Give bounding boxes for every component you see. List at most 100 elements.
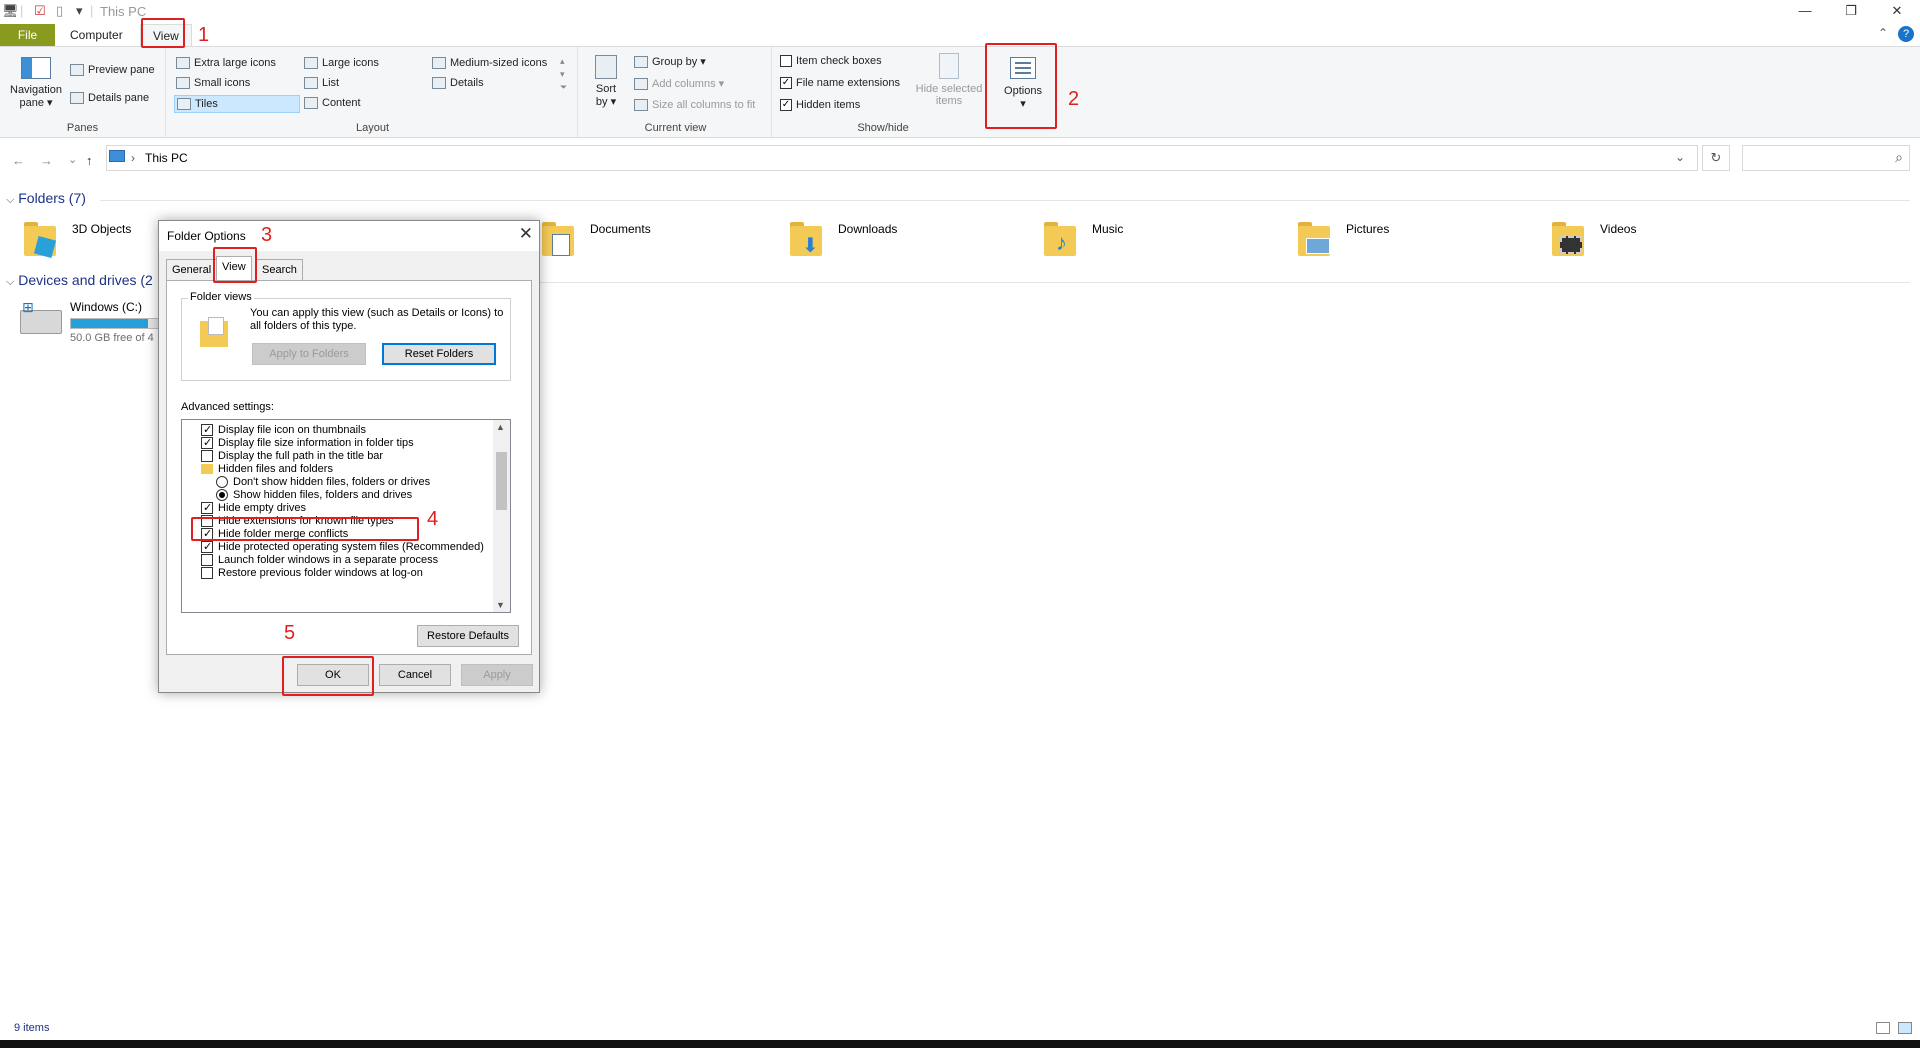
taskbar (0, 1040, 1920, 1048)
layout-item-label: Extra large icons (194, 57, 276, 69)
folder-name: Pictures (1346, 222, 1390, 236)
details-pane-label: Details pane (88, 92, 150, 104)
layout-medium-icons[interactable]: Medium-sized icons (432, 57, 547, 69)
annotation-number: 4 (427, 508, 439, 530)
folder-videos[interactable]: Videos (1550, 220, 1770, 270)
tiles-view-icon[interactable] (1898, 1022, 1912, 1034)
item-check-boxes-label: Item check boxes (796, 55, 882, 67)
tab-file[interactable]: File (0, 24, 55, 46)
layout-details[interactable]: Details (432, 77, 484, 89)
up-button[interactable]: ↑ (86, 153, 93, 168)
help-icon[interactable]: ? (1898, 26, 1914, 42)
restore-defaults-button[interactable]: Restore Defaults (417, 625, 519, 647)
list-icon (304, 77, 318, 89)
size-all-columns-label: Size all columns to fit (652, 99, 756, 111)
layout-tiles[interactable]: Tiles (174, 95, 300, 113)
setting-label: Restore previous folder windows at log-o… (218, 567, 423, 579)
address-bar[interactable]: › This PC ⌄ (106, 145, 1698, 171)
extra-large-icons-icon (176, 57, 190, 69)
file-name-extensions-toggle[interactable]: File name extensions (780, 77, 900, 89)
group-by-button[interactable]: Group by ▾ (634, 55, 706, 68)
item-check-boxes-checkbox[interactable] (780, 55, 792, 67)
folder-documents[interactable]: Documents (540, 220, 760, 270)
new-folder-icon[interactable]: ▯ (56, 3, 63, 19)
advanced-settings-list[interactable]: Display file icon on thumbnailsDisplay f… (181, 419, 511, 613)
tab-search[interactable]: Search (256, 259, 303, 280)
sort-by-button[interactable]: Sort by ▾ (592, 55, 620, 108)
scroll-down-arrow[interactable]: ▼ (496, 600, 505, 610)
folder-downloads[interactable]: ⬇ Downloads (788, 220, 1008, 270)
item-check-boxes-toggle[interactable]: Item check boxes (780, 55, 882, 67)
details-pane-icon (70, 92, 84, 104)
view-tab-panel: Folder views You can apply this view (su… (166, 280, 532, 655)
add-columns-button[interactable]: Add columns ▾ (634, 77, 724, 90)
layout-item-label: Tiles (195, 98, 218, 110)
group-by-label: Group by ▾ (652, 56, 706, 68)
devices-section-header[interactable]: ⌵ Devices and drives (2 (6, 272, 153, 289)
size-columns-icon (634, 99, 648, 111)
documents-folder-icon (540, 220, 576, 256)
preview-pane-button[interactable]: Preview pane (70, 64, 155, 76)
advanced-settings-scrollbar[interactable]: ▲ ▼ (493, 420, 510, 612)
apply-to-folders-button[interactable]: Apply to Folders (252, 343, 366, 365)
restore-button[interactable]: ❐ (1828, 0, 1874, 22)
scroll-up-arrow[interactable]: ▲ (496, 422, 505, 432)
refresh-button[interactable]: ↻ (1702, 145, 1730, 171)
search-input[interactable]: ⌕ (1742, 145, 1910, 171)
details-pane-button[interactable]: Details pane (70, 92, 149, 104)
setting-checkbox[interactable] (201, 567, 213, 579)
show-hide-group: Item check boxes File name extensions Hi… (774, 47, 992, 137)
customize-toolbar-icon[interactable]: ▾ (76, 3, 83, 19)
layout-list[interactable]: List (304, 77, 339, 89)
layout-small-icons[interactable]: Small icons (176, 77, 250, 89)
navigation-pane-button[interactable]: Navigation pane ▾ (6, 57, 66, 109)
hidden-items-toggle[interactable]: Hidden items (780, 99, 860, 111)
show-hide-group-label: Show/hide (857, 122, 909, 134)
close-button[interactable]: ✕ (1874, 0, 1920, 22)
folder-icon (201, 464, 213, 474)
back-button[interactable]: ← (12, 153, 25, 168)
layout-scroll-icon[interactable]: ▴ ▾ ⏷ (560, 55, 567, 94)
collapse-ribbon-icon[interactable]: ⌃ (1878, 26, 1888, 40)
details-icon (432, 77, 446, 89)
layout-content[interactable]: Content (304, 97, 361, 109)
minimize-button[interactable]: — (1782, 0, 1828, 22)
sort-by-label-2: by ▾ (595, 96, 617, 108)
layout-item-label: Small icons (194, 77, 251, 89)
size-all-columns-button[interactable]: Size all columns to fit (634, 99, 755, 111)
tab-general[interactable]: General (166, 259, 218, 280)
address-dropdown-icon[interactable]: ⌄ (1675, 150, 1685, 164)
apply-button[interactable]: Apply (461, 664, 533, 686)
breadcrumb-this-pc[interactable]: This PC (145, 151, 188, 165)
advanced-setting-item[interactable]: Restore previous folder windows at log-o… (201, 565, 423, 581)
annotation-number: 3 (261, 224, 273, 246)
cancel-button[interactable]: Cancel (379, 664, 451, 686)
layout-extra-large-icons[interactable]: Extra large icons (176, 57, 276, 69)
scroll-thumb[interactable] (496, 452, 507, 510)
file-name-extensions-checkbox[interactable] (780, 77, 792, 89)
reset-folders-button[interactable]: Reset Folders (382, 343, 496, 365)
medium-icons-icon (432, 57, 446, 69)
folders-section-header[interactable]: ⌵ Folders (7) (6, 190, 86, 207)
hidden-items-checkbox[interactable] (780, 99, 792, 111)
folder-music[interactable]: ♪ Music (1042, 220, 1262, 270)
layout-item-label: List (322, 77, 340, 89)
folder-pictures[interactable]: Pictures (1296, 220, 1516, 270)
large-icons-icon (304, 57, 318, 69)
drive-free-space: 50.0 GB free of 4 (70, 332, 154, 344)
3d-objects-folder-icon (22, 220, 58, 259)
hard-drive-icon: ⊞ (20, 299, 62, 334)
details-view-icon[interactable] (1876, 1022, 1890, 1034)
drive-windows-c[interactable]: ⊞ Windows (C:) 50.0 GB free of 4 (20, 299, 170, 346)
properties-icon[interactable]: ☑ (34, 3, 46, 19)
annotation-number: 5 (284, 622, 296, 644)
item-count: 9 items (14, 1022, 50, 1034)
hide-selected-items-button[interactable]: Hide selected items (912, 53, 986, 107)
recent-locations-button[interactable]: ⌄ (68, 153, 77, 166)
forward-button[interactable]: → (40, 153, 53, 168)
navigation-pane-icon (21, 57, 51, 79)
tab-computer[interactable]: Computer (58, 24, 135, 46)
layout-large-icons[interactable]: Large icons (304, 57, 379, 69)
folder-views-group: Folder views You can apply this view (su… (181, 291, 511, 381)
dialog-close-button[interactable]: ✕ (519, 224, 533, 244)
